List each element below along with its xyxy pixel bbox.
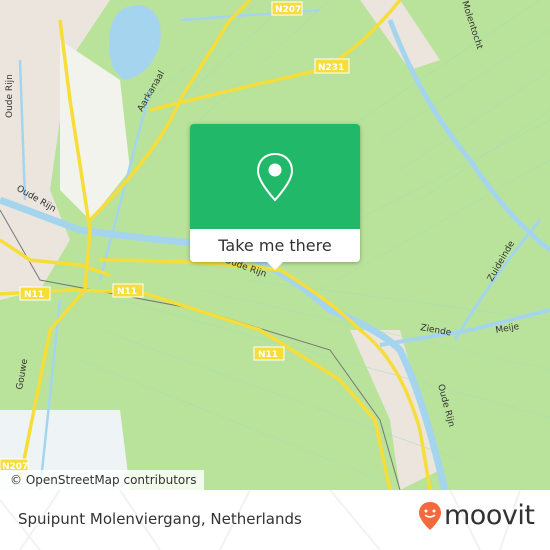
road-n231 xyxy=(149,0,402,112)
attribution[interactable]: © OpenStreetMap contributors xyxy=(0,470,205,490)
label-oude-rijn: Oude Rijn xyxy=(435,383,456,428)
label-oude-rijn: Oude Rijn xyxy=(5,74,15,118)
place-name: Spuipunt Molenviergang, Netherlands xyxy=(18,510,302,528)
map[interactable]: N207 N231 N11 N11 N11 N207 Oude Rijn Oud… xyxy=(0,0,550,490)
lake xyxy=(109,5,161,80)
svg-text:N11: N11 xyxy=(258,350,278,360)
label-gouwe: Gouwe xyxy=(15,358,30,391)
map-pin-icon xyxy=(256,152,294,202)
road-shield-n11: N11 xyxy=(19,286,51,301)
road-shield-n11: N11 xyxy=(253,346,285,361)
svg-text:N11: N11 xyxy=(24,290,44,300)
location-popup: Take me there xyxy=(190,124,360,270)
road-shield-n207: N207 xyxy=(271,1,303,16)
label-molentocht: Molentocht xyxy=(459,0,484,51)
svg-text:N231: N231 xyxy=(318,63,344,73)
canal-meije xyxy=(379,308,550,347)
moovit-logo-text: moovit xyxy=(444,500,535,531)
road-shield-n231: N231 xyxy=(314,58,350,74)
moovit-pin-icon xyxy=(419,501,441,530)
svg-text:N11: N11 xyxy=(117,287,137,297)
moovit-logo[interactable]: moovit xyxy=(418,500,535,531)
svg-text:N207: N207 xyxy=(275,5,301,15)
popup-tail xyxy=(267,262,283,270)
urban-area-northeast xyxy=(360,0,440,70)
road-shield-n11: N11 xyxy=(112,283,144,298)
label-zuideinde: Zuideinde xyxy=(486,239,517,283)
popup-header xyxy=(190,124,360,229)
take-me-there-button[interactable]: Take me there xyxy=(190,229,360,262)
